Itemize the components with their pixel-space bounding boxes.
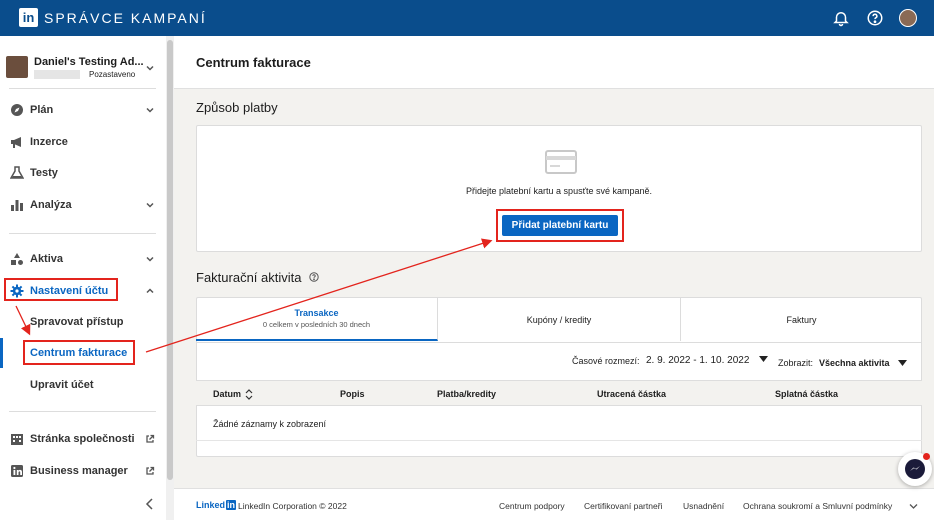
account-avatar: [6, 56, 28, 78]
sidebar-link-business-manager[interactable]: Business manager: [10, 464, 128, 478]
sidebar-item-label: Business manager: [30, 465, 128, 477]
credit-card-icon: [545, 150, 577, 174]
building-icon: [11, 434, 23, 445]
sort-icon[interactable]: [245, 389, 253, 400]
caret-down-icon[interactable]: [759, 356, 768, 363]
page-title: Centrum fakturace: [196, 55, 311, 70]
account-name: Daniel's Testing Ad...: [34, 56, 144, 68]
flask-icon: [10, 166, 24, 179]
sidebar-item-ads[interactable]: Inzerce: [10, 135, 68, 149]
row-divider: [196, 440, 922, 441]
chevron-down-icon[interactable]: [909, 503, 918, 510]
highlight-box-billing-center: [23, 340, 135, 365]
sidebar-item-label: Stránka společnosti: [30, 433, 135, 445]
sidebar-item-label: Analýza: [30, 199, 72, 211]
empty-state-text: Žádné záznamy k zobrazení: [213, 419, 327, 429]
footer-link-help-center[interactable]: Centrum podpory: [499, 501, 565, 511]
linkedin-box-icon: [11, 465, 23, 477]
collapse-sidebar-icon[interactable]: [144, 498, 156, 510]
tab-transactions[interactable]: Transakce 0 celkem v posledních 30 dnech: [196, 298, 438, 341]
app-title: SPRÁVCE KAMPANÍ: [44, 10, 207, 26]
help-icon[interactable]: [866, 9, 884, 27]
chevron-down-icon[interactable]: [145, 200, 155, 210]
user-avatar[interactable]: [899, 9, 917, 27]
external-link-icon[interactable]: [145, 466, 155, 476]
sidebar-divider: [9, 88, 156, 89]
sidebar-subitem-manage-access[interactable]: Spravovat přístup: [30, 316, 124, 328]
sidebar-scrollbar[interactable]: [166, 36, 174, 520]
sidebar-item-tests[interactable]: Testy: [10, 166, 58, 180]
messenger-chat-button[interactable]: [898, 452, 932, 486]
footer-link-privacy-terms[interactable]: Ochrana soukromí a Smluvní podmínky: [743, 501, 892, 511]
column-payment-credits: Platba/kredity: [437, 389, 497, 399]
column-due-amount: Splatná částka: [775, 389, 839, 399]
footer-brand-text: Linked: [196, 500, 226, 510]
sidebar-item-label: Testy: [30, 167, 58, 179]
show-filter-label: Zobrazit:: [778, 358, 814, 368]
top-bar: in SPRÁVCE KAMPANÍ: [0, 0, 934, 36]
payment-method-message: Přidejte platební kartu a spusťte své ka…: [466, 186, 652, 196]
chevron-down-icon[interactable]: [145, 63, 155, 73]
footer-link-accessibility[interactable]: Usnadnění: [683, 501, 724, 511]
account-id-redacted: [34, 70, 80, 79]
column-spent-amount: Utracená částka: [597, 389, 667, 399]
highlight-box-add-card: [496, 209, 624, 242]
date-range-label: Časové rozmezí:: [572, 356, 640, 366]
tab-subtitle: 0 celkem v posledních 30 dnech: [262, 320, 371, 329]
billing-activity-title: Fakturační aktivita: [196, 270, 302, 285]
tab-invoices[interactable]: Faktury: [681, 298, 922, 341]
footer-brand-in: in: [226, 500, 237, 510]
bar-chart-icon: [11, 200, 23, 211]
column-description: Popis: [340, 389, 365, 399]
tab-label: Transakce: [294, 308, 339, 318]
shapes-icon: [11, 253, 23, 265]
payment-method-title: Způsob platby: [196, 100, 278, 115]
chevron-up-icon[interactable]: [145, 286, 155, 296]
sidebar-item-label: Plán: [30, 104, 54, 116]
tab-coupons-credits[interactable]: Kupóny / kredity: [438, 298, 681, 341]
column-date[interactable]: Datum: [213, 389, 241, 399]
active-indicator: [0, 338, 3, 368]
compass-icon: [11, 104, 23, 116]
linkedin-logo[interactable]: in: [19, 8, 38, 27]
sidebar-item-label: Inzerce: [30, 136, 68, 148]
notification-dot: [923, 453, 930, 460]
tab-label: Kupóny / kredity: [526, 315, 592, 325]
help-icon[interactable]: [309, 272, 319, 282]
sidebar-divider: [9, 233, 156, 234]
sidebar-item-assets[interactable]: Aktiva: [10, 252, 63, 266]
tabs-divider: [196, 342, 922, 343]
date-range-value[interactable]: 2. 9. 2022 - 1. 10. 2022: [646, 355, 749, 366]
megaphone-icon: [11, 137, 21, 148]
footer-brand-logo: Linked in: [196, 500, 237, 510]
tab-label: Faktury: [786, 315, 817, 325]
scrollbar-thumb[interactable]: [167, 40, 173, 480]
sidebar-item-plan[interactable]: Plán: [10, 103, 53, 117]
notifications-bell-icon[interactable]: [832, 9, 850, 27]
sidebar-item-label: Aktiva: [30, 253, 64, 265]
highlight-box-account-settings: [4, 278, 118, 301]
show-filter-value[interactable]: Všechna aktivita: [819, 358, 890, 368]
sidebar-link-company-page[interactable]: Stránka společnosti: [10, 432, 135, 446]
sidebar-subitem-edit-account[interactable]: Upravit účet: [30, 379, 94, 391]
external-link-icon[interactable]: [145, 434, 155, 444]
chevron-down-icon[interactable]: [145, 105, 155, 115]
sidebar-item-analytics[interactable]: Analýza: [10, 198, 72, 212]
footer-link-certified-partners[interactable]: Certifikovaní partneři: [584, 501, 662, 511]
messenger-icon: [910, 466, 920, 471]
sidebar-divider: [9, 411, 156, 412]
account-status: Pozastaveno: [89, 70, 136, 79]
footer: Linked in LinkedIn Corporation © 2022 Cen…: [174, 488, 934, 520]
footer-copyright: LinkedIn Corporation © 2022: [238, 501, 347, 511]
caret-down-icon[interactable]: [898, 360, 907, 367]
chevron-down-icon[interactable]: [145, 254, 155, 264]
page-header: Centrum fakturace: [174, 36, 934, 89]
